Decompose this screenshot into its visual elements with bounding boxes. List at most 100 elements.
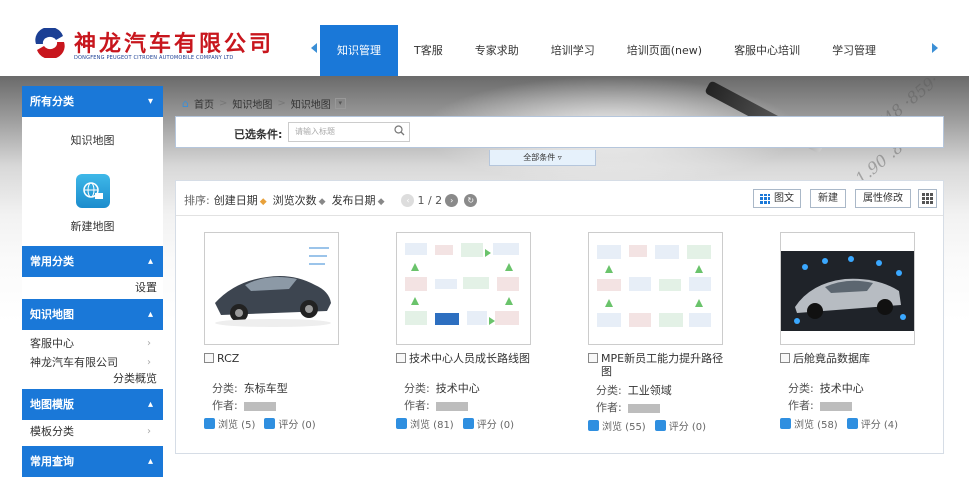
category-label: 分类: — [212, 382, 238, 395]
nav-item-training[interactable]: 培训学习 — [535, 25, 611, 76]
map-card-title[interactable]: 后舱竟品数据库 — [780, 352, 940, 365]
search-icon[interactable] — [394, 125, 405, 136]
select-checkbox[interactable] — [588, 353, 598, 363]
sort-bar: 排序: 创建日期 ◆ 浏览次数 ◆ 发布日期 ◆ ‹ 1 / 2 › ↻ — [184, 192, 480, 208]
company-logo[interactable]: 神龙汽车有限公司 DONGFENG PEUGEOT CITROEN AUTOMO… — [32, 26, 271, 66]
rating-count[interactable]: 评分 (0) — [669, 418, 706, 433]
views-count[interactable]: 浏览 (58) — [794, 416, 838, 431]
sidebar-header-map-template[interactable]: 地图模版 ▴ — [22, 389, 163, 420]
map-thumbnail[interactable] — [780, 232, 915, 345]
chevron-right-icon: › — [147, 357, 151, 368]
rating-count[interactable]: 评分 (4) — [861, 416, 898, 431]
select-checkbox[interactable] — [204, 353, 214, 363]
sort-by-view-count[interactable]: 浏览次数 ◆ — [273, 192, 326, 208]
nav-item-training-page-new[interactable]: 培训页面(new) — [611, 25, 718, 76]
new-button[interactable]: 新建 — [810, 189, 846, 208]
sidebar-header-label: 地图模版 — [30, 398, 74, 411]
prev-page-icon[interactable]: ‹ — [401, 193, 415, 207]
view-mode-button[interactable]: 图文 — [753, 189, 801, 208]
nav-scroll-right-icon[interactable] — [932, 43, 938, 53]
category-value: 东标车型 — [243, 382, 288, 395]
home-icon[interactable]: ⌂ — [182, 97, 189, 110]
chevron-right-icon: › — [147, 426, 151, 437]
views-count[interactable]: 浏览 (5) — [218, 416, 255, 431]
map-thumbnail[interactable] — [204, 232, 339, 345]
sidebar-header-knowledge-map[interactable]: 知识地图 ▴ — [22, 299, 163, 330]
map-card-title[interactable]: RCZ — [204, 352, 364, 365]
view-mode-label: 图文 — [774, 193, 794, 204]
author-row: 作者: — [596, 399, 748, 416]
category-label: 分类: — [596, 384, 622, 397]
map-card-title[interactable]: MPE新员工能力提升路径图 — [588, 352, 748, 378]
views-count[interactable]: 浏览 (55) — [602, 418, 646, 433]
all-conditions-toggle[interactable]: 全部条件 ▿ — [489, 150, 596, 166]
chevron-right-icon: › — [147, 338, 151, 349]
map-thumbnail[interactable] — [588, 232, 723, 345]
sidebar-header-label: 常用查询 — [30, 455, 74, 468]
nav-item-t-service[interactable]: T客服 — [398, 25, 459, 76]
map-card[interactable]: MPE新员工能力提升路径图 分类: 工业领域 作者: 浏览 (55) 评分 (0) — [588, 232, 748, 433]
globe-map-icon — [82, 182, 103, 199]
next-page-icon[interactable]: › — [445, 193, 459, 207]
map-card-title[interactable]: 技术中心人员成长路线图 — [396, 352, 556, 365]
filter-bar: 已选条件: 请输入标题 — [175, 116, 944, 148]
sidebar-header-common-categories[interactable]: 常用分类 ▴ — [22, 246, 163, 277]
sidebar-category-overview-link[interactable]: 分类概览 — [22, 372, 163, 389]
map-card[interactable]: 技术中心人员成长路线图 分类: 技术中心 作者: 浏览 (81) 评分 (0) — [396, 232, 556, 431]
sidebar-header-all-categories[interactable]: 所有分类 ▾ — [22, 86, 163, 117]
new-map-app-icon — [75, 174, 110, 208]
logo-chinese-name: 神龙汽车有限公司 — [74, 31, 275, 57]
category-row: 分类: 技术中心 — [788, 380, 940, 397]
breadcrumb-item[interactable]: 知识地图 — [291, 96, 331, 111]
sidebar-tile-new-map[interactable]: 新建地图 — [22, 162, 163, 240]
layout-toggle-button[interactable] — [918, 189, 937, 208]
nav-item-learning-management[interactable]: 学习管理 — [816, 25, 892, 76]
sort-by-create-date[interactable]: 创建日期 ◆ — [214, 192, 267, 208]
refresh-icon[interactable]: ↻ — [464, 193, 478, 207]
breadcrumb-dropdown-icon[interactable]: ▾ — [334, 98, 346, 109]
category-row: 分类: 东标车型 — [212, 380, 364, 397]
breadcrumb-item[interactable]: 知识地图 — [232, 96, 272, 111]
sidebar-item-template-category[interactable]: 模板分类 › — [22, 422, 163, 441]
map-card[interactable]: RCZ 分类: 东标车型 作者: 浏览 (5) 评分 (0) — [204, 232, 364, 431]
page-indicator: 1 / 2 — [417, 193, 443, 207]
rating-count[interactable]: 评分 (0) — [477, 416, 514, 431]
map-thumbnail[interactable] — [396, 232, 531, 345]
views-count[interactable]: 浏览 (81) — [410, 416, 454, 431]
nav-item-service-center-training[interactable]: 客服中心培训 — [718, 25, 816, 76]
redacted-author — [243, 401, 276, 411]
sidebar-header-label: 知识地图 — [30, 308, 74, 321]
select-checkbox[interactable] — [780, 353, 790, 363]
sidebar-item-company[interactable]: 神龙汽车有限公司 › — [22, 353, 163, 372]
map-title-text: 技术中心人员成长路线图 — [409, 352, 530, 365]
sidebar-settings-link[interactable]: 设置 — [22, 277, 163, 299]
breadcrumb-item[interactable]: 首页 — [194, 96, 214, 111]
redacted-author — [627, 403, 660, 413]
breadcrumb-separator: > — [218, 98, 228, 109]
sort-by-publish-date[interactable]: 发布日期 ◆ — [332, 192, 385, 208]
rating-icon — [264, 418, 276, 429]
nav-item-knowledge-management[interactable]: 知识管理 — [320, 25, 398, 76]
rating-icon — [846, 418, 858, 429]
map-card-stats: 浏览 (5) 评分 (0) — [204, 416, 364, 431]
map-card-stats: 浏览 (81) 评分 (0) — [396, 416, 556, 431]
map-card-meta: 分类: 技术中心 作者: — [780, 380, 940, 414]
select-checkbox[interactable] — [396, 353, 406, 363]
category-value: 工业领域 — [627, 384, 672, 397]
sidebar-item-label: 模板分类 — [30, 425, 74, 438]
nav-item-expert-help[interactable]: 专家求助 — [459, 25, 535, 76]
list-toolbar: 排序: 创建日期 ◆ 浏览次数 ◆ 发布日期 ◆ ‹ 1 / 2 › ↻ 图文 新建 … — [176, 181, 943, 216]
views-icon — [780, 418, 791, 429]
sidebar-item-customer-center[interactable]: 客服中心 › — [22, 334, 163, 353]
map-card[interactable]: 后舱竟品数据库 分类: 技术中心 作者: 浏览 (58) 评分 (4) — [780, 232, 940, 431]
rating-count[interactable]: 评分 (0) — [278, 416, 315, 431]
sidebar-header-common-query[interactable]: 常用查询 ▴ — [22, 446, 163, 477]
logo-english-name: DONGFENG PEUGEOT CITROEN AUTOMOBILE COMP… — [74, 55, 234, 61]
title-search-input[interactable]: 请输入标题 — [288, 122, 410, 142]
main-nav: 知识管理 T客服 专家求助 培训学习 培训页面(new) 客服中心培训 学习管理 — [320, 25, 892, 76]
edit-attributes-button[interactable]: 属性修改 — [855, 189, 911, 208]
author-row: 作者: — [788, 397, 940, 414]
nav-scroll-left-icon[interactable] — [311, 43, 317, 53]
car-image — [205, 233, 338, 344]
sidebar-tile-knowledge-map[interactable]: 知识地图 — [22, 117, 163, 162]
